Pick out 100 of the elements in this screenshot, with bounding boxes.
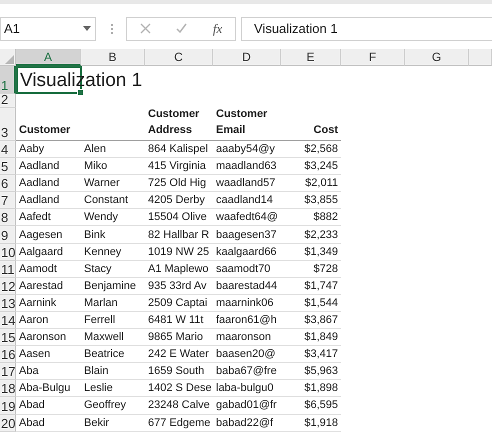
row-header[interactable]: 6 — [0, 175, 16, 192]
table-cell: Blain — [81, 363, 145, 380]
row-header[interactable]: 9 — [0, 226, 16, 244]
row-header[interactable]: 16 — [0, 346, 16, 364]
table-cell: $5,963 — [281, 363, 341, 380]
table-cell: Wendy — [81, 209, 145, 226]
table-cell: Aamodt — [16, 260, 81, 278]
table-cell: maaronson — [213, 329, 281, 346]
table-cell: Constant — [81, 192, 145, 210]
table-cell: Bink — [81, 226, 145, 244]
table-cell: Marlan — [81, 294, 145, 312]
row-header[interactable]: 11 — [0, 260, 16, 278]
row-header[interactable]: 7 — [0, 192, 16, 210]
table-cell: aaaby54@y — [213, 141, 281, 158]
row-header[interactable]: 5 — [0, 158, 16, 176]
checkmark-icon[interactable] — [176, 23, 188, 34]
row-header[interactable]: 4 — [0, 141, 16, 158]
table-cell: waadland57 — [213, 175, 281, 192]
column-header[interactable]: B — [81, 49, 145, 66]
column-header[interactable]: A — [16, 49, 81, 66]
table-cell: 864 Kalispel — [145, 141, 213, 158]
table-cell: Aarnink — [16, 294, 81, 312]
table-cell: Leslie — [81, 380, 145, 398]
row-header[interactable]: 14 — [0, 312, 16, 330]
row-header[interactable]: 1 — [0, 66, 16, 94]
table-cell: $1,849 — [281, 329, 341, 346]
table-cell: Kenney — [81, 244, 145, 261]
row-header[interactable]: 2 — [0, 94, 16, 108]
table-cell: Alen — [81, 141, 145, 158]
table-cell: 82 Hallbar R — [145, 226, 213, 244]
row-header[interactable]: 18 — [0, 380, 16, 398]
table-cell: saamodt70 — [213, 260, 281, 278]
table-cell: Aba — [16, 363, 81, 380]
insert-function-button[interactable]: fx — [212, 20, 222, 36]
dropdown-caret-icon[interactable] — [83, 26, 91, 31]
table-cell: $2,011 — [281, 175, 341, 192]
table-cell: faaron61@h — [213, 312, 281, 330]
table-cell: Aaby — [16, 141, 81, 158]
table-cell: 23248 Calve — [145, 397, 213, 414]
table-cell: $3,245 — [281, 158, 341, 176]
row-header[interactable]: 13 — [0, 294, 16, 312]
column-header[interactable] — [469, 49, 492, 66]
table-cell: Aasen — [16, 346, 81, 364]
row-header[interactable]: 12 — [0, 278, 16, 295]
row-header[interactable]: 19 — [0, 397, 16, 414]
table-cell: $6,595 — [281, 397, 341, 414]
table-cell: Ferrell — [81, 312, 145, 330]
column-header[interactable]: E — [281, 49, 341, 66]
table-cell: $1,918 — [281, 414, 341, 432]
column-header[interactable]: G — [405, 49, 469, 66]
table-cell: 15504 Olive — [145, 209, 213, 226]
table-cell: Aalgaard — [16, 244, 81, 261]
table-cell: $2,568 — [281, 141, 341, 158]
table-cell: 242 E Water — [145, 346, 213, 364]
column-heading: Customer Address — [145, 108, 213, 141]
select-all-icon[interactable] — [5, 55, 14, 64]
table-cell: $2,233 — [281, 226, 341, 244]
column-header[interactable]: F — [341, 49, 405, 66]
table-cell: caadland14 — [213, 192, 281, 210]
table-cell: Aarestad — [16, 278, 81, 295]
grip-icon — [110, 22, 114, 34]
table-cell: A1 Maplewo — [145, 260, 213, 278]
column-heading: Cost — [281, 108, 341, 141]
table-cell: Geoffrey — [81, 397, 145, 414]
column-header[interactable]: D — [213, 49, 281, 66]
table-cell: baagesen37 — [213, 226, 281, 244]
table-cell: $3,867 — [281, 312, 341, 330]
table-cell: gabad01@fr — [213, 397, 281, 414]
table-cell: Aagesen — [16, 226, 81, 244]
table-cell: maarnink06 — [213, 294, 281, 312]
row-header[interactable]: 17 — [0, 363, 16, 380]
table-cell: Aadland — [16, 158, 81, 176]
column-header[interactable]: C — [145, 49, 213, 66]
table-cell: $728 — [281, 260, 341, 278]
table-cell: $3,417 — [281, 346, 341, 364]
row-header[interactable]: 3 — [0, 108, 16, 141]
row-header[interactable]: 8 — [0, 209, 16, 226]
cancel-icon[interactable] — [140, 23, 151, 34]
table-cell: Abad — [16, 397, 81, 414]
table-cell: Maxwell — [81, 329, 145, 346]
table-cell: baba67@fre — [213, 363, 281, 380]
table-cell: 2509 Captai — [145, 294, 213, 312]
row-header[interactable]: 15 — [0, 329, 16, 346]
table-cell: 4205 Derby — [145, 192, 213, 210]
table-cell: Aadland — [16, 192, 81, 210]
table-cell: 725 Old Hig — [145, 175, 213, 192]
table-cell: 677 Edgeme — [145, 414, 213, 432]
table-cell: waafedt64@ — [213, 209, 281, 226]
table-cell: Aba-Bulgu — [16, 380, 81, 398]
table-cell: 1659 South — [145, 363, 213, 380]
table-cell: Benjamine — [81, 278, 145, 295]
formula-bar[interactable]: Visualization 1 — [241, 16, 492, 40]
table-cell: $882 — [281, 209, 341, 226]
table-cell: babad22@f — [213, 414, 281, 432]
row-header[interactable]: 20 — [0, 414, 16, 432]
name-box[interactable]: A1 — [0, 16, 96, 40]
row-header[interactable]: 10 — [0, 244, 16, 261]
table-cell: $3,855 — [281, 192, 341, 210]
table-cell: Abad — [16, 414, 81, 432]
table-cell: Miko — [81, 158, 145, 176]
